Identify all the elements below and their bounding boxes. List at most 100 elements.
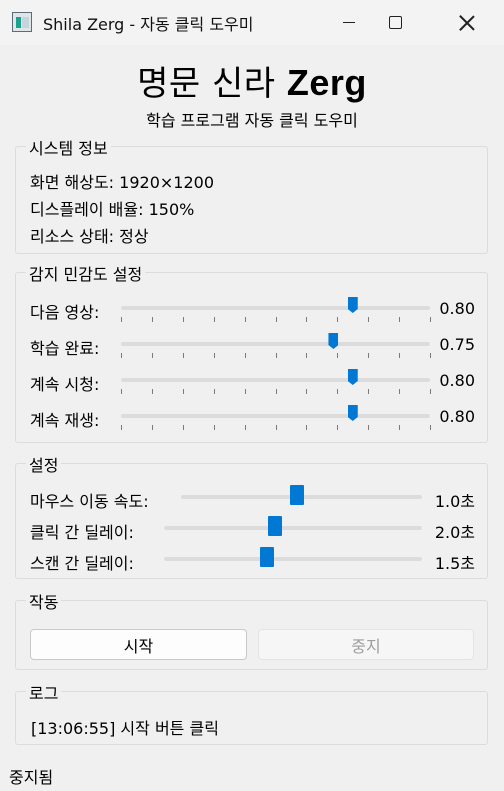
slider-tick xyxy=(121,317,122,322)
settings-title: 설정 xyxy=(26,452,62,476)
slider-tick xyxy=(368,353,370,358)
window-title: Shila Zerg - 자동 클릭 도우미 xyxy=(43,15,254,34)
log-entry: [13:06:55] 시작 버튼 클릭 xyxy=(31,719,219,738)
close-button[interactable] xyxy=(444,0,490,45)
slider-tick xyxy=(275,425,277,430)
log-title: 로그 xyxy=(26,680,62,704)
slider-tick xyxy=(368,317,370,322)
sensitivity-group: 감지 민감도 설정 다음 영상: 0.80 학습 완료: 0.75 계속 시청: 0.80… xyxy=(15,261,488,443)
sensitivity-value: 0.80 xyxy=(439,407,475,426)
sensitivity-row: 계속 시청: 0.80 xyxy=(16,369,487,394)
slider-tick xyxy=(399,389,401,394)
sensitivity-slider-track[interactable] xyxy=(121,378,430,382)
stop-button[interactable]: 중지 xyxy=(258,629,474,660)
slider-tick xyxy=(430,353,431,358)
start-button[interactable]: 시작 xyxy=(30,629,247,660)
maximize-icon xyxy=(388,16,402,29)
log-group: 로그 [13:06:55] 시작 버튼 클릭 xyxy=(15,680,488,745)
status-text: 중지됨 xyxy=(9,768,54,787)
slider-tick xyxy=(275,353,277,358)
sensitivity-slider-track[interactable] xyxy=(121,342,430,346)
setting-label: 클릭 간 딜레이: xyxy=(30,523,134,542)
sensitivity-slider-handle[interactable] xyxy=(328,333,339,349)
slider-tick xyxy=(244,389,246,394)
title-bar[interactable]: Shila Zerg - 자동 클릭 도우미 xyxy=(0,0,504,45)
setting-row: 마우스 이동 속도: 1.0초 xyxy=(16,485,487,511)
page-subtitle: 학습 프로그램 자동 클릭 도우미 xyxy=(146,111,358,130)
slider-tick xyxy=(121,353,122,358)
slider-tick xyxy=(430,425,431,430)
sensitivity-row: 학습 완료: 0.75 xyxy=(16,333,487,358)
slider-tick xyxy=(213,317,215,322)
slider-tick xyxy=(244,353,246,358)
maximize-button[interactable] xyxy=(372,0,418,45)
slider-tick xyxy=(306,389,308,394)
sensitivity-slider-handle[interactable] xyxy=(347,297,358,313)
setting-slider-handle[interactable] xyxy=(289,485,304,505)
sensitivity-value: 0.75 xyxy=(439,335,475,354)
sensitivity-label: 학습 완료: xyxy=(30,339,100,358)
close-icon xyxy=(459,15,475,31)
sensitivity-slider-handle[interactable] xyxy=(347,369,358,385)
setting-value: 1.0초 xyxy=(434,492,475,511)
slider-tick xyxy=(430,389,431,394)
slider-tick xyxy=(151,425,153,430)
setting-slider-track[interactable] xyxy=(164,526,422,530)
slider-tick xyxy=(244,317,246,322)
slider-tick xyxy=(182,389,184,394)
sensitivity-value: 0.80 xyxy=(439,371,475,390)
slider-tick xyxy=(337,317,339,322)
app-icon xyxy=(12,12,32,32)
setting-slider-handle[interactable] xyxy=(260,547,275,567)
slider-tick xyxy=(151,353,153,358)
resolution-text: 화면 해상도: 1920×1200 xyxy=(30,173,215,192)
slider-tick xyxy=(182,317,184,322)
system-info-title: 시스템 정보 xyxy=(26,135,111,159)
slider-tick xyxy=(213,389,215,394)
setting-slider-track[interactable] xyxy=(164,557,422,561)
title-bold-text: Zerg xyxy=(286,62,367,103)
setting-value: 2.0초 xyxy=(434,523,475,542)
scale-text: 디스플레이 배율: 150% xyxy=(30,200,195,219)
setting-label: 스캔 간 딜레이: xyxy=(30,554,134,573)
slider-tick xyxy=(306,317,308,322)
sensitivity-row: 계속 재생: 0.80 xyxy=(16,405,487,430)
sensitivity-title: 감지 민감도 설정 xyxy=(26,261,146,285)
slider-tick xyxy=(151,389,153,394)
setting-label: 마우스 이동 속도: xyxy=(30,492,149,511)
minimize-button[interactable] xyxy=(326,0,372,45)
sensitivity-value: 0.80 xyxy=(439,299,475,318)
slider-tick xyxy=(368,389,370,394)
setting-row: 스캔 간 딜레이: 1.5초 xyxy=(16,547,487,573)
slider-tick xyxy=(275,317,277,322)
slider-tick xyxy=(151,317,153,322)
sensitivity-row: 다음 영상: 0.80 xyxy=(16,297,487,322)
slider-tick xyxy=(337,425,339,430)
setting-row: 클릭 간 딜레이: 2.0초 xyxy=(16,516,487,542)
slider-tick xyxy=(337,389,339,394)
resource-status-text: 리소스 상태: 정상 xyxy=(30,227,149,246)
slider-tick xyxy=(337,353,339,358)
slider-tick xyxy=(430,317,431,322)
sensitivity-label: 계속 재생: xyxy=(30,411,100,430)
slider-tick xyxy=(244,425,246,430)
sensitivity-slider-track[interactable] xyxy=(121,306,430,310)
slider-tick xyxy=(121,425,122,430)
slider-tick xyxy=(399,425,401,430)
actions-group: 작동 시작 중지 xyxy=(15,589,488,670)
slider-tick xyxy=(182,353,184,358)
slider-tick xyxy=(121,389,122,394)
slider-tick xyxy=(275,389,277,394)
slider-tick xyxy=(399,353,401,358)
setting-slider-handle[interactable] xyxy=(267,516,282,536)
minimize-icon xyxy=(343,21,355,24)
sensitivity-slider-track[interactable] xyxy=(121,414,430,418)
slider-tick xyxy=(399,317,401,322)
page-title: 명문 신라 Zerg xyxy=(0,56,504,105)
slider-tick xyxy=(368,425,370,430)
slider-tick xyxy=(213,353,215,358)
slider-tick xyxy=(213,425,215,430)
sensitivity-label: 계속 시청: xyxy=(30,375,100,394)
system-info-group: 시스템 정보 화면 해상도: 1920×1200 디스플레이 배율: 150% … xyxy=(15,135,488,254)
sensitivity-slider-handle[interactable] xyxy=(347,405,358,421)
